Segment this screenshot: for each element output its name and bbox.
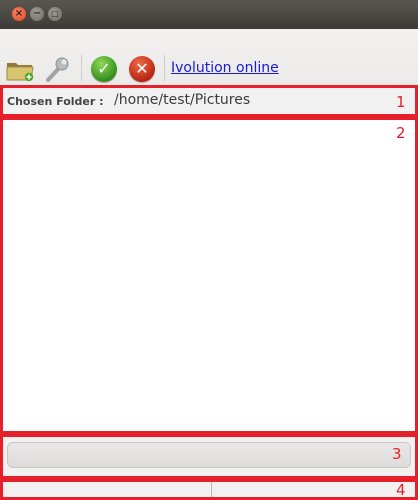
checkmark-icon: ✓: [97, 59, 111, 78]
cancel-button[interactable]: ✕: [129, 56, 155, 82]
cross-icon: ✕: [135, 59, 149, 78]
status-bar-divider: [211, 482, 212, 497]
toolbar-separator: [81, 55, 82, 81]
status-bar: [0, 479, 418, 500]
open-folder-icon[interactable]: [5, 55, 35, 83]
annotation-number-3: 3: [392, 445, 402, 463]
wrench-icon[interactable]: [41, 55, 71, 83]
annotation-number-1: 1: [396, 93, 406, 111]
chosen-folder-label: Chosen Folder :: [7, 95, 104, 108]
confirm-button[interactable]: ✓: [91, 56, 117, 82]
minimize-window-button[interactable]: −: [30, 7, 44, 21]
close-window-button[interactable]: ×: [12, 7, 26, 21]
progress-bar: [7, 442, 411, 468]
window-titlebar: × − □: [0, 0, 418, 29]
annotation-number-2: 2: [396, 124, 406, 142]
toolbar-separator: [164, 55, 165, 81]
chosen-folder-path: /home/test/Pictures: [114, 92, 251, 108]
file-list-area[interactable]: [0, 117, 418, 434]
maximize-window-button[interactable]: □: [48, 7, 62, 21]
ivolution-online-link[interactable]: Ivolution online: [171, 60, 279, 76]
annotation-number-4: 4: [396, 481, 406, 499]
